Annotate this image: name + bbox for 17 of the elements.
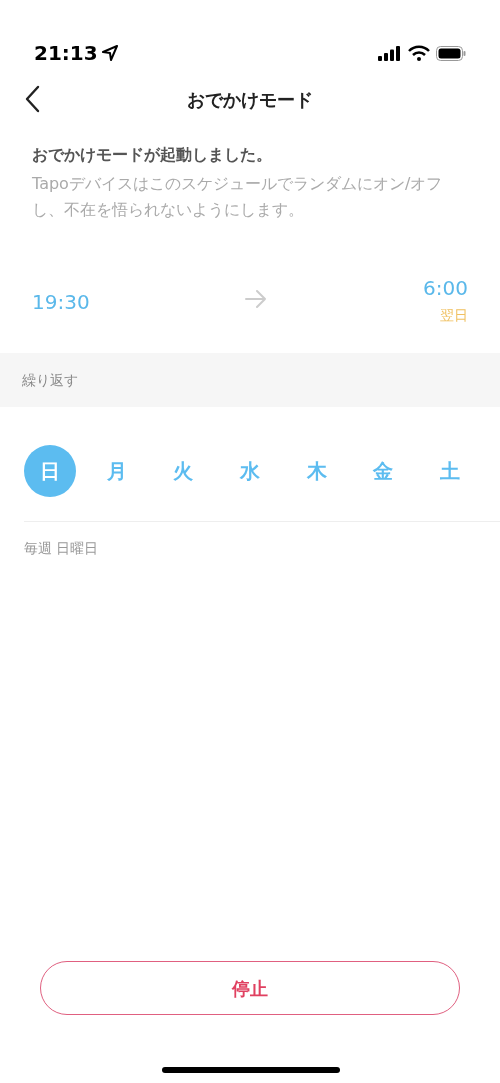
- start-time[interactable]: 19:30: [32, 287, 90, 317]
- day-toggle[interactable]: 日: [24, 445, 76, 497]
- repeat-summary: 毎週 日曜日: [23, 539, 100, 558]
- page-title: おでかけモード: [187, 87, 313, 112]
- status-time: 21:13: [34, 40, 98, 67]
- location-arrow-icon: [101, 45, 118, 61]
- battery-icon: [436, 45, 466, 61]
- next-day-label: 翌日: [440, 306, 468, 325]
- signal-icon: [378, 45, 402, 61]
- notice-text: Tapoデバイスはこのスケジュールでランダムにオン/オフし、不在を悟られないようにします。: [32, 173, 444, 221]
- back-icon: [24, 85, 40, 113]
- arrow-right-icon: [244, 289, 269, 309]
- notice-heading: おでかけモードが起動しました。: [32, 144, 273, 166]
- end-time[interactable]: 6:00: [423, 273, 468, 303]
- wifi-icon: [408, 45, 430, 61]
- section-header: 繰り返す: [22, 370, 78, 390]
- stop-button[interactable]: 停止: [40, 961, 460, 1015]
